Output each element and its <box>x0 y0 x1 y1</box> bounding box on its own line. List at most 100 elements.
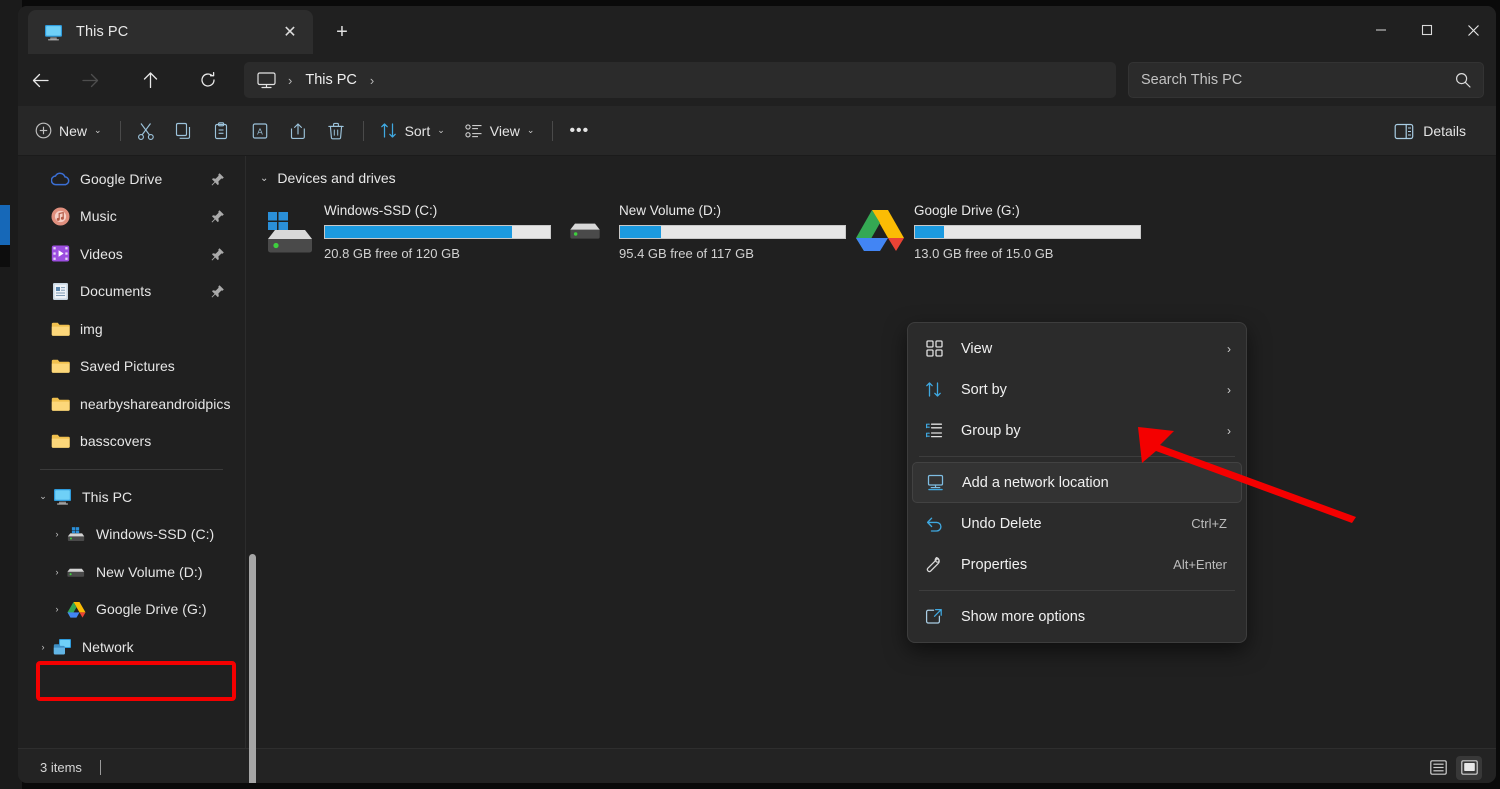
drive-tile-new-volume[interactable]: New Volume (D:) 95.4 GB free of 117 GB <box>555 199 850 265</box>
sidebar-item-videos[interactable]: Videos <box>24 235 239 273</box>
address-bar[interactable]: › This PC › <box>244 62 1116 98</box>
large-icons-view-icon <box>1461 760 1478 775</box>
capacity-bar <box>619 225 846 239</box>
sidebar-item-new-volume-d[interactable]: › New Volume (D:) <box>24 553 239 591</box>
minimize-button[interactable] <box>1358 6 1404 54</box>
navigation-pane: Google Drive <box>18 156 246 748</box>
context-menu-item-view[interactable]: View › <box>912 328 1242 369</box>
details-view-button[interactable] <box>1425 756 1451 780</box>
copy-button[interactable] <box>166 114 202 148</box>
sidebar-item-label: Music <box>80 208 117 224</box>
sidebar-item-basscovers[interactable]: basscovers <box>24 423 239 461</box>
sidebar-scrollbar[interactable] <box>249 554 256 783</box>
context-menu-item-add-a-network-location[interactable]: Add a network location <box>912 462 1242 503</box>
sidebar-item-network[interactable]: › Network <box>24 628 239 666</box>
forward-button[interactable] <box>72 62 108 98</box>
window-controls <box>1358 6 1496 54</box>
new-button-label: New <box>59 123 87 139</box>
sort-icon <box>380 122 398 139</box>
chevron-right-icon[interactable]: › <box>48 604 66 614</box>
drive-free-space: 20.8 GB free of 120 GB <box>324 246 551 261</box>
chevron-right-icon[interactable]: › <box>48 529 66 539</box>
share-button[interactable] <box>280 114 316 148</box>
sidebar-item-img[interactable]: img <box>24 310 239 348</box>
tab-close-icon[interactable]: ✕ <box>275 17 305 47</box>
search-input[interactable] <box>1141 72 1455 88</box>
chevron-down-icon[interactable]: ⌄ <box>34 491 52 502</box>
drive-tile-google-drive[interactable]: Google Drive (G:) 13.0 GB free of 15.0 G… <box>850 199 1145 265</box>
sidebar-item-music[interactable]: Music <box>24 198 239 236</box>
monitor-icon <box>44 24 63 41</box>
context-menu-item-show-more-options[interactable]: Show more options <box>912 596 1242 637</box>
folder-icon <box>50 431 70 451</box>
background-window-accent-shadow <box>0 245 10 267</box>
new-tab-button[interactable]: + <box>326 17 358 47</box>
screen-root: This PC ✕ + <box>0 0 1500 789</box>
refresh-icon <box>200 72 216 88</box>
sidebar-item-windows-ssd-c[interactable]: › <box>24 516 239 554</box>
details-pane-icon <box>1394 123 1414 140</box>
sidebar-item-google-drive-g[interactable]: › Google Drive (G:) <box>24 591 239 629</box>
search-box[interactable] <box>1128 62 1484 98</box>
sidebar-item-nearbyshareandroidpics[interactable]: nearbyshareandroidpics <box>24 385 239 423</box>
capacity-bar-fill <box>915 226 944 238</box>
context-menu-item-shortcut: Alt+Enter <box>1173 557 1227 572</box>
capacity-bar-fill <box>325 226 512 238</box>
back-button[interactable] <box>22 62 58 98</box>
drive-name: New Volume (D:) <box>619 203 846 218</box>
pin-icon[interactable] <box>211 284 225 298</box>
folder-icon <box>50 394 70 414</box>
more-options-button[interactable]: ••• <box>560 114 598 148</box>
pin-icon[interactable] <box>211 172 225 186</box>
sidebar-item-documents[interactable]: Documents <box>24 273 239 311</box>
breadcrumb-this-pc[interactable]: This PC <box>299 69 363 91</box>
breadcrumb-separator-1: › <box>288 73 292 88</box>
cut-button[interactable] <box>128 114 164 148</box>
context-menu-item-group-by[interactable]: Group by › <box>912 410 1242 451</box>
sidebar-item-label: nearbyshareandroidpics <box>80 396 231 412</box>
background-window-accent <box>0 205 10 245</box>
cut-icon <box>137 122 155 140</box>
status-divider <box>100 760 101 775</box>
group-header-devices-and-drives[interactable]: ⌄ Devices and drives <box>246 156 1496 186</box>
sidebar-item-saved-pictures[interactable]: Saved Pictures <box>24 348 239 386</box>
chevron-down-icon: ⌄ <box>437 125 445 136</box>
context-menu-item-shortcut: Ctrl+Z <box>1191 516 1227 531</box>
delete-button[interactable] <box>318 114 354 148</box>
context-menu-item-label: Show more options <box>961 609 1231 625</box>
tab-this-pc[interactable]: This PC ✕ <box>28 10 313 54</box>
new-button[interactable]: New ⌄ <box>26 114 111 148</box>
search-icon[interactable] <box>1455 72 1471 88</box>
chevron-right-icon[interactable]: › <box>34 642 52 652</box>
view-grid-icon <box>923 339 945 359</box>
drive-tile-windows-ssd[interactable]: Windows-SSD (C:) 20.8 GB free of 120 GB <box>260 199 555 265</box>
paste-button[interactable] <box>204 114 240 148</box>
context-menu[interactable]: View › Sort by › <box>907 322 1247 643</box>
drive-free-space: 95.4 GB free of 117 GB <box>619 246 846 261</box>
details-pane-button[interactable]: Details <box>1384 114 1476 148</box>
context-menu-item-sort-by[interactable]: Sort by › <box>912 369 1242 410</box>
sidebar-item-label: This PC <box>82 489 132 505</box>
refresh-button[interactable] <box>190 62 226 98</box>
chevron-right-icon[interactable]: › <box>48 567 66 577</box>
context-menu-item-label: View <box>961 341 1227 357</box>
rename-button[interactable]: A <box>242 114 278 148</box>
sidebar-item-this-pc[interactable]: ⌄ This PC <box>24 478 239 516</box>
breadcrumb-separator-2[interactable]: › <box>370 73 374 88</box>
pin-icon[interactable] <box>211 209 225 223</box>
title-bar: This PC ✕ + <box>18 6 1496 54</box>
close-button[interactable] <box>1450 6 1496 54</box>
file-list-area[interactable]: ⌄ Devices and drives <box>246 156 1496 748</box>
folder-icon <box>50 319 70 339</box>
chevron-down-icon[interactable]: ⌄ <box>260 173 268 184</box>
context-menu-item-undo-delete[interactable]: Undo Delete Ctrl+Z <box>912 503 1242 544</box>
maximize-button[interactable] <box>1404 6 1450 54</box>
chevron-right-icon: › <box>1227 424 1231 438</box>
context-menu-item-properties[interactable]: Properties Alt+Enter <box>912 544 1242 585</box>
pin-icon[interactable] <box>211 247 225 261</box>
sort-button[interactable]: Sort ⌄ <box>371 114 454 148</box>
view-button[interactable]: View ⌄ <box>456 114 544 148</box>
sidebar-item-google-drive[interactable]: Google Drive <box>24 160 239 198</box>
large-icons-view-button[interactable] <box>1456 756 1482 780</box>
up-button[interactable] <box>132 62 168 98</box>
